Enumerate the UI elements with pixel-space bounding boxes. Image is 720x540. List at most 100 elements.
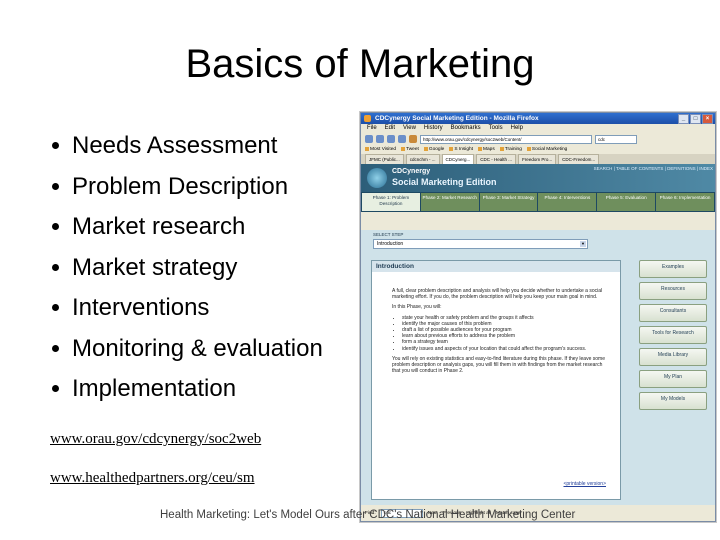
bookmark-item[interactable]: Google [424, 145, 444, 154]
menu-edit[interactable]: Edit [385, 124, 395, 133]
step-dropdown-value: Introduction [377, 241, 404, 247]
browser-tab-active[interactable]: CDCynerg... [441, 154, 475, 164]
bookmark-item[interactable]: Most Visited [365, 145, 396, 154]
bookmark-item[interactable]: Tweet [401, 145, 419, 154]
bullet-item: Market strategy [48, 248, 323, 289]
healthedpartners-link[interactable]: www.healthedpartners.org/ceu/sm [50, 470, 255, 487]
bullet-item: Problem Description [48, 167, 323, 208]
cdc-brand: CDCynergy [392, 168, 431, 175]
list-item: identify issues and aspects of your loca… [402, 346, 606, 352]
phase-tab-5[interactable]: Phase 5: Evaluation [597, 193, 656, 211]
bullet-dot [52, 304, 59, 311]
cdc-subtitle: Social Marketing Edition [392, 177, 497, 187]
introduction-pane: Introduction A full, clear problem descr… [371, 260, 621, 500]
examples-button[interactable]: Examples [639, 260, 707, 278]
phase-list: state your health or safety problem and … [402, 315, 606, 352]
intro-paragraph: A full, clear problem description and an… [392, 288, 603, 301]
bookmark-item[interactable]: S Insight [449, 145, 473, 154]
bullet-dot [52, 223, 59, 230]
chevron-down-icon[interactable]: ▼ [580, 241, 586, 247]
minimize-icon[interactable]: _ [678, 114, 689, 124]
url-input[interactable]: http://www.orau.gov/cdcynergy/soc2web/Co… [420, 134, 592, 144]
menu-bookmarks[interactable]: Bookmarks [451, 124, 481, 133]
browser-tab[interactable]: CDC - Health ... [476, 154, 517, 164]
media-library-button[interactable]: Media Library [639, 348, 707, 366]
bullet-item: Implementation [48, 369, 323, 410]
browser-tab[interactable]: cdcnchm - ... [405, 154, 440, 164]
browser-tab[interactable]: CDC-Freedom... [558, 154, 600, 164]
my-plan-button[interactable]: My Plan [639, 370, 707, 388]
bookmark-item[interactable]: Social Marketing [527, 145, 567, 154]
cdc-content: SELECT STEP Introduction ▼ Introduction … [361, 230, 715, 505]
bullet-text: Monitoring & evaluation [72, 334, 323, 362]
bookmark-item[interactable]: Maps [478, 145, 495, 154]
phase-tabs: Phase 1: Problem Description Phase 2: Ma… [361, 192, 715, 212]
bullet-dot [52, 263, 59, 271]
close-icon[interactable]: × [702, 114, 713, 124]
closing-paragraph: You will rely on existing statistics and… [392, 355, 605, 375]
stop-icon[interactable] [398, 135, 406, 143]
bullet-item: Needs Assessment [48, 126, 323, 167]
browser-titlebar: CDCynergy Social Marketing Edition - Moz… [361, 113, 715, 124]
bullet-dot [52, 142, 59, 149]
bullet-item: Interventions [48, 288, 323, 329]
firefox-icon [364, 115, 371, 122]
cdcynergy-link[interactable]: www.orau.gov/cdcynergy/soc2web [50, 431, 261, 448]
slide-footer: Health Marketing: Let's Model Ours after… [160, 509, 576, 521]
pane-body: A full, clear problem description and an… [372, 272, 620, 374]
cdcynergy-logo-icon [367, 168, 387, 188]
bullet-text: Needs Assessment [72, 132, 278, 159]
menu-tools[interactable]: Tools [489, 124, 503, 133]
bullet-dot [52, 344, 59, 352]
bullet-item: Monitoring & evaluation [48, 329, 323, 370]
search-input[interactable]: cdc [595, 134, 637, 144]
bullet-dot [52, 182, 59, 190]
bullet-item: Market research [48, 207, 323, 248]
bullet-text: Implementation [72, 375, 237, 402]
bullet-text: Market research [72, 213, 246, 240]
home-icon[interactable] [409, 135, 417, 143]
menu-bar: File Edit View History Bookmarks Tools H… [361, 124, 715, 133]
step-selector: SELECT STEP Introduction ▼ [361, 230, 715, 252]
phase-tab-4[interactable]: Phase 4: Interventions [538, 193, 597, 211]
reload-icon[interactable] [387, 135, 395, 143]
phase-lead: In this Phase, you will: [392, 304, 442, 311]
tab-strip: JFMC (Public... cdcnchm - ... CDCynerg..… [361, 154, 715, 164]
menu-help[interactable]: Help [511, 124, 523, 133]
browser-screenshot: CDCynergy Social Marketing Edition - Moz… [360, 112, 716, 522]
select-step-label: SELECT STEP [373, 232, 404, 237]
phase-tab-3[interactable]: Phase 3: Market Strategy [479, 193, 538, 211]
slide-title: Basics of Marketing [185, 42, 535, 86]
menu-history[interactable]: History [424, 124, 443, 133]
bookmarks-bar: Most Visited Tweet Google S Insight Maps… [361, 145, 715, 154]
bullet-list: Needs Assessment Problem Description Mar… [48, 126, 323, 410]
printable-version-link[interactable]: <printable version> [563, 481, 606, 487]
cdc-top-nav[interactable]: SEARCH | TABLE OF CONTENTS | DEFINITIONS… [594, 166, 713, 171]
menu-file[interactable]: File [367, 124, 377, 133]
back-icon[interactable] [365, 135, 373, 143]
nav-toolbar: http://www.orau.gov/cdcynergy/soc2web/Co… [361, 133, 715, 145]
browser-tab[interactable]: Freedom Pro... [518, 154, 557, 164]
browser-tab[interactable]: JFMC (Public... [365, 154, 404, 164]
bookmark-item[interactable]: Training [500, 145, 522, 154]
pane-title: Introduction [372, 261, 620, 272]
forward-icon[interactable] [376, 135, 384, 143]
bullet-dot [52, 385, 59, 392]
resources-button[interactable]: Resources [639, 282, 707, 300]
bullet-text: Market strategy [72, 253, 238, 281]
my-models-button[interactable]: My Models [639, 392, 707, 410]
bullet-text: Problem Description [72, 172, 289, 200]
menu-view[interactable]: View [403, 124, 416, 133]
phase-tab-1[interactable]: Phase 1: Problem Description [362, 193, 420, 211]
cdc-header: CDCynergy Social Marketing Edition SEARC… [361, 164, 715, 192]
maximize-icon[interactable]: □ [690, 114, 701, 124]
window-title: CDCynergy Social Marketing Edition - Moz… [375, 115, 539, 122]
tools-for-research-button[interactable]: Tools for Research [639, 326, 707, 344]
consultants-button[interactable]: Consultants [639, 304, 707, 322]
window-controls: _ □ × [678, 114, 713, 124]
phase-tab-6[interactable]: Phase 6: Implementation [656, 193, 714, 211]
bullet-text: Interventions [72, 294, 210, 321]
side-buttons: Examples Resources Consultants Tools for… [639, 260, 707, 414]
phase-tab-2[interactable]: Phase 2: Market Research [420, 193, 479, 211]
step-dropdown[interactable]: Introduction ▼ [373, 239, 588, 249]
